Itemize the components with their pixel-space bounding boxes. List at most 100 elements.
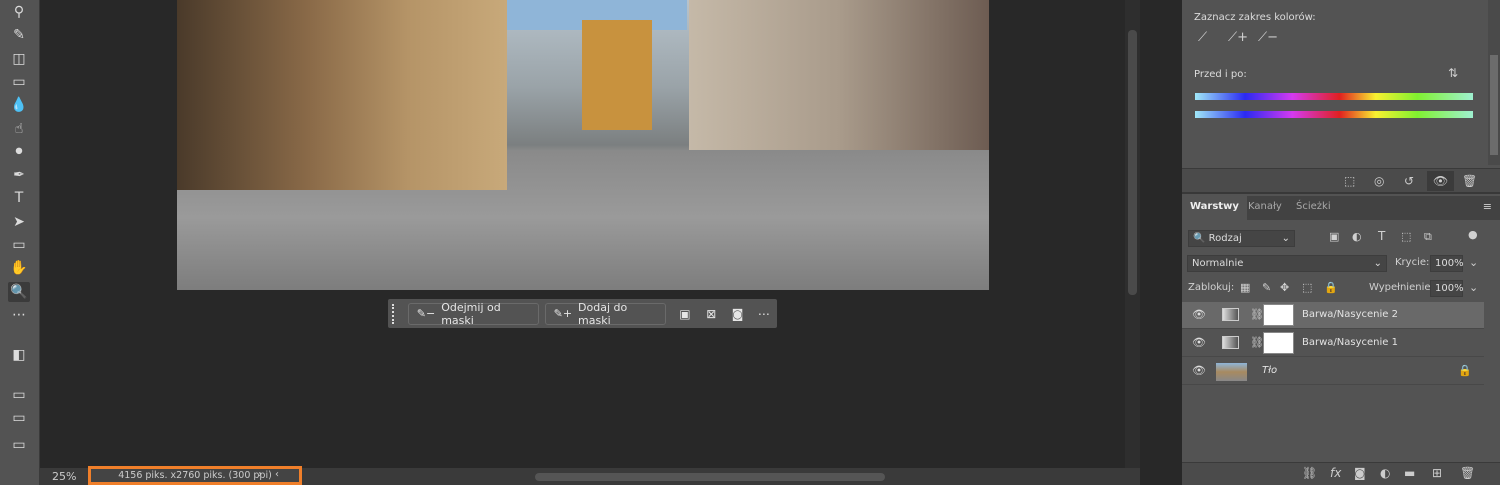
blur-tool-icon[interactable]: 💧 [8,95,30,115]
chevron-right-icon[interactable]: › [258,469,262,480]
subtract-from-mask-button[interactable]: ✎− Odejmij od maski [407,300,539,327]
panel-gap [1140,0,1182,485]
document-image[interactable] [177,0,989,290]
visibility-eye-icon[interactable]: 👁 [1192,336,1206,349]
fill-input[interactable]: 100% [1430,280,1464,297]
clip-to-layer-icon[interactable]: ⬚ [1344,174,1355,188]
panel-menu-icon[interactable]: ≡ [1483,200,1492,213]
lock-artboard-icon[interactable]: ⬚ [1302,281,1312,294]
filter-shape-icon[interactable]: ⬚ [1401,230,1411,243]
swap-icon[interactable]: ⇅ [1448,66,1458,80]
edit-toolbar-icon[interactable]: ▭ [8,435,30,455]
fx-icon[interactable]: fx [1330,466,1341,480]
properties-footer: ⬚ ◎ ↺ 👁 🗑 [1182,168,1500,194]
add-mask-icon[interactable]: ◙ [1354,466,1366,480]
mask-settings-icon[interactable]: ▣ [672,307,698,321]
image-building-center [582,20,652,130]
disable-mask-icon[interactable]: ⊠ [698,307,724,321]
visibility-eye-icon[interactable]: 👁 [1192,308,1206,321]
vertical-scroll-thumb[interactable] [1128,30,1137,295]
rectangle-tool-icon[interactable]: ▭ [8,235,30,255]
filter-smart-object-icon[interactable]: ⧉ [1424,230,1432,244]
tools-panel: ⚲ ✎ ◫ ▭ 💧 ☝ ⚫ ✒ T ➤ ▭ ✋ 🔍 ⋯ ◧ ▭ ▭ ▭ [0,0,40,485]
lock-label: Zablokuj: [1188,282,1235,293]
link-layers-icon[interactable]: ⛓ [1302,466,1317,480]
canvas-area[interactable]: ✎− Odejmij od maski ✎+ Dodaj do maski ▣ ⊠ … [40,0,1125,468]
hand-tool-icon[interactable]: ✋ [8,258,30,278]
opacity-input[interactable]: 100% [1430,255,1464,272]
blend-mode-value: Normalnie [1192,258,1244,269]
tab-paths[interactable]: Ścieżki [1288,196,1339,220]
layers-tabs: Warstwy Kanały Ścieżki ≡ [1182,196,1500,220]
layer-thumbnail [1216,363,1247,381]
visibility-eye-icon[interactable]: 👁 [1427,171,1455,191]
subtract-label: Odejmij od maski [441,300,501,327]
quick-mask-icon[interactable]: ▭ [8,385,30,405]
add-to-mask-button[interactable]: ✎+ Dodaj do maski [544,301,666,327]
view-mask-icon[interactable]: ◙ [724,307,750,321]
tab-layers[interactable]: Warstwy [1182,196,1247,220]
layer-mask-thumbnail[interactable] [1263,332,1294,354]
image-buildings-left [177,0,507,190]
hue-saturation-icon [1222,336,1239,349]
image-buildings-right [689,0,989,150]
lock-position-icon[interactable]: ✥ [1280,281,1289,294]
layer-mask-thumbnail[interactable] [1263,304,1294,326]
history-brush-tool-icon[interactable]: ✎ [8,25,30,45]
reset-icon[interactable]: ↺ [1404,174,1414,188]
layers-footer: ⛓ fx ◙ ◐ ▬ ⊞ 🗑 [1182,462,1500,485]
lock-icon[interactable]: 🔒 [1458,364,1472,377]
trash-icon[interactable]: 🗑 [1460,466,1475,480]
lock-transparency-icon[interactable]: ▦ [1240,281,1250,294]
filter-kind-select[interactable]: 🔍 Rodzaj ⌄ [1188,230,1295,247]
type-tool-icon[interactable]: T [8,188,30,208]
zoom-level[interactable]: 25% [52,470,76,483]
new-layer-icon[interactable]: ⊞ [1432,466,1442,480]
pen-tool-icon[interactable]: ✒ [8,165,30,185]
trash-icon[interactable]: 🗑 [1462,174,1477,188]
scroll-left-icon[interactable]: ‹ [275,469,279,480]
vertical-scrollbar[interactable] [1125,0,1140,468]
horizontal-scroll-thumb[interactable] [535,473,885,481]
properties-scroll-thumb[interactable] [1490,55,1498,155]
fg-bg-colors-icon[interactable]: ◧ [8,345,30,365]
visibility-eye-icon[interactable]: 👁 [1192,364,1206,377]
more-tools-icon[interactable]: ⋯ [8,305,30,325]
lock-pixels-icon[interactable]: ✎ [1262,281,1271,294]
view-previous-state-icon[interactable]: ◎ [1374,174,1384,188]
filter-toggle-icon[interactable]: ● [1468,228,1478,241]
eyedropper-plus-icon[interactable]: ⟋+ [1228,30,1248,45]
right-panels: Zaznacz zakres kolorów: ⟋ ⟋+ ⟋− Przed i … [1182,0,1500,485]
more-options-button[interactable]: ⋯ [751,307,777,321]
opacity-dropdown-icon[interactable]: ⌄ [1469,256,1478,269]
group-folder-icon[interactable]: ▬ [1404,466,1415,480]
layer-row[interactable]: 👁 Tło 🔒 [1182,358,1484,385]
layer-row[interactable]: 👁 ⛓ Barwa/Nasycenie 2 [1182,302,1484,329]
eyedropper-minus-icon[interactable]: ⟋− [1258,30,1278,45]
lock-all-icon[interactable]: 🔒 [1324,281,1338,294]
zoom-tool-icon[interactable]: 🔍 [8,281,30,302]
tab-channels[interactable]: Kanały [1240,196,1290,220]
path-selection-tool-icon[interactable]: ➤ [8,212,30,232]
smudge-tool-icon[interactable]: ☝ [8,119,30,139]
eyedropper-icon[interactable]: ⟋ [1198,30,1207,45]
adjustment-layer-icon[interactable]: ◐ [1380,466,1390,480]
eraser-tool-icon[interactable]: ◫ [8,49,30,69]
link-icon[interactable]: ⛓ [1250,308,1264,321]
layer-row[interactable]: 👁 ⛓ Barwa/Nasycenie 1 [1182,330,1484,357]
filter-type-icon[interactable]: T [1378,229,1385,243]
blend-mode-select[interactable]: Normalnie ⌄ [1187,255,1387,272]
fill-dropdown-icon[interactable]: ⌄ [1469,281,1478,294]
link-icon[interactable]: ⛓ [1250,336,1264,349]
drag-handle[interactable] [392,303,398,324]
properties-scrollbar[interactable] [1488,0,1500,165]
layer-name: Tło [1262,365,1278,376]
gradient-tool-icon[interactable]: ▭ [8,72,30,92]
dodge-tool-icon[interactable]: ⚫ [8,142,30,162]
document-info[interactable]: 4156 piks. x2760 piks. (300 ppi) [88,466,302,485]
clone-stamp-tool-icon[interactable]: ⚲ [8,2,30,22]
filter-pixel-icon[interactable]: ▣ [1329,230,1339,243]
screen-mode-icon[interactable]: ▭ [8,408,30,428]
before-after-label: Przed i po: [1194,69,1247,80]
filter-adjustment-icon[interactable]: ◐ [1352,230,1362,243]
